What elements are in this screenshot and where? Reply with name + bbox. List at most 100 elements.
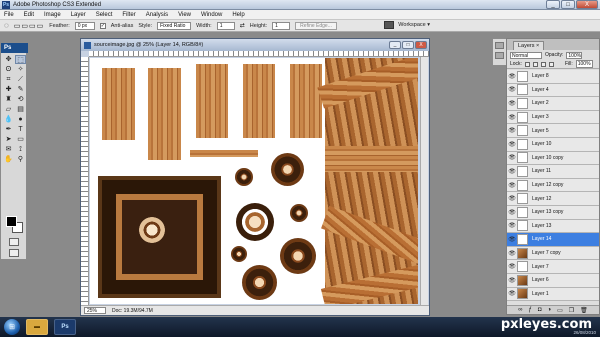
- layer-row[interactable]: 👁 Layer 10: [507, 137, 599, 152]
- pen-tool-icon[interactable]: ✒: [3, 125, 14, 134]
- marquee-options-icon[interactable]: ◌: [4, 21, 9, 30]
- layer-row[interactable]: 👁 Layer 8: [507, 70, 599, 84]
- lock-all-icon[interactable]: [548, 61, 554, 67]
- path-selection-tool-icon[interactable]: ➤: [3, 135, 14, 144]
- zoom-tool-icon[interactable]: ⚲: [15, 155, 26, 164]
- visibility-eye-icon[interactable]: 👁: [507, 236, 517, 243]
- minimize-button[interactable]: _: [546, 0, 560, 9]
- visibility-eye-icon[interactable]: 👁: [507, 100, 517, 107]
- zoom-field[interactable]: 25%: [84, 307, 106, 314]
- style-select[interactable]: Fixed Ratio: [157, 21, 192, 30]
- menu-image[interactable]: Image: [44, 12, 61, 18]
- eraser-tool-icon[interactable]: ▱: [3, 105, 14, 114]
- eyedropper-tool-icon[interactable]: ⟟: [15, 145, 26, 154]
- layer-row[interactable]: 👁 Layer 2: [507, 97, 599, 111]
- new-group-icon[interactable]: ▭: [557, 307, 563, 314]
- feather-input[interactable]: 0 px: [74, 21, 95, 30]
- visibility-eye-icon[interactable]: 👁: [507, 114, 517, 121]
- visibility-eye-icon[interactable]: 👁: [507, 222, 517, 229]
- menu-view[interactable]: View: [178, 12, 191, 18]
- menu-filter[interactable]: Filter: [122, 12, 135, 18]
- menu-layer[interactable]: Layer: [71, 12, 86, 18]
- clone-stamp-tool-icon[interactable]: ♜: [3, 95, 14, 104]
- magic-wand-tool-icon[interactable]: ✧: [15, 65, 26, 74]
- tab-layers[interactable]: Layers ×: [513, 41, 545, 50]
- refine-edge-button[interactable]: Refine Edge...: [295, 21, 337, 30]
- opacity-input[interactable]: 100%: [566, 51, 583, 59]
- fill-input[interactable]: 100%: [575, 60, 593, 68]
- vertical-ruler[interactable]: [81, 57, 89, 305]
- healing-brush-tool-icon[interactable]: ✚: [3, 85, 14, 94]
- antialias-checkbox[interactable]: ✓: [99, 22, 106, 29]
- visibility-eye-icon[interactable]: 👁: [507, 168, 517, 175]
- visibility-eye-icon[interactable]: 👁: [507, 127, 517, 134]
- layer-row[interactable]: 👁 Layer 14: [507, 233, 599, 247]
- lock-transparency-icon[interactable]: [524, 61, 530, 67]
- visibility-eye-icon[interactable]: 👁: [507, 209, 517, 216]
- panel-dock-icon[interactable]: [495, 52, 504, 59]
- menu-analysis[interactable]: Analysis: [146, 12, 168, 18]
- layer-row[interactable]: 👁 Layer 4: [507, 83, 599, 98]
- add-mask-icon[interactable]: ◘: [538, 307, 542, 313]
- type-tool-icon[interactable]: T: [15, 125, 26, 134]
- blend-mode-select[interactable]: Normal: [510, 51, 542, 59]
- slice-tool-icon[interactable]: ⟋: [15, 75, 26, 84]
- document-maximize-button[interactable]: □: [402, 41, 414, 49]
- adjustment-layer-icon[interactable]: ◑: [547, 307, 551, 313]
- image-canvas[interactable]: [90, 58, 418, 304]
- height-input[interactable]: 1: [272, 21, 291, 30]
- layer-row[interactable]: 👁 Layer 11: [507, 165, 599, 179]
- gradient-tool-icon[interactable]: ▤: [15, 105, 26, 114]
- trash-icon[interactable]: 🗑: [580, 307, 588, 314]
- horizontal-ruler[interactable]: [89, 51, 429, 57]
- layer-row[interactable]: 👁 Layer 12: [507, 192, 599, 206]
- lock-pixels-icon[interactable]: [532, 61, 538, 67]
- shape-tool-icon[interactable]: ▭: [15, 135, 26, 144]
- notes-tool-icon[interactable]: ✉: [3, 145, 14, 154]
- layer-row[interactable]: 👁 Layer 7 copy: [507, 246, 599, 261]
- selection-mode-icons[interactable]: ▭▭▭▭: [14, 22, 44, 30]
- menu-help[interactable]: Help: [232, 12, 244, 18]
- menu-file[interactable]: File: [4, 12, 14, 18]
- bridge-icon[interactable]: [384, 21, 395, 29]
- screen-mode-button[interactable]: [9, 249, 19, 257]
- menu-window[interactable]: Window: [201, 12, 222, 18]
- width-input[interactable]: 1: [216, 21, 235, 30]
- visibility-eye-icon[interactable]: 👁: [507, 86, 517, 93]
- layer-style-icon[interactable]: ƒ: [529, 307, 532, 313]
- layer-row[interactable]: 👁 Layer 5: [507, 124, 599, 138]
- layer-row[interactable]: 👁 Layer 12 copy: [507, 178, 599, 193]
- lock-position-icon[interactable]: [540, 61, 546, 67]
- brush-tool-icon[interactable]: ✎: [15, 85, 26, 94]
- document-close-button[interactable]: X: [415, 41, 427, 49]
- explorer-task-icon[interactable]: ▬: [26, 319, 48, 335]
- layer-row[interactable]: 👁 Layer 13: [507, 219, 599, 234]
- link-layers-icon[interactable]: ∞: [518, 307, 522, 313]
- layer-row[interactable]: 👁 Layer 6: [507, 273, 599, 288]
- menu-select[interactable]: Select: [96, 12, 113, 18]
- hand-tool-icon[interactable]: ✋: [3, 155, 14, 164]
- swap-icon[interactable]: ⇄: [240, 22, 245, 29]
- photoshop-task-button[interactable]: Ps: [54, 319, 76, 335]
- visibility-eye-icon[interactable]: 👁: [507, 263, 517, 270]
- history-brush-tool-icon[interactable]: ⟲: [15, 95, 26, 104]
- visibility-eye-icon[interactable]: 👁: [507, 250, 517, 257]
- windows-orb-icon[interactable]: ⊞: [4, 319, 20, 335]
- layer-row[interactable]: 👁 Layer 7: [507, 260, 599, 274]
- document-minimize-button[interactable]: _: [389, 41, 401, 49]
- lasso-tool-icon[interactable]: ʘ: [3, 65, 14, 74]
- visibility-eye-icon[interactable]: 👁: [507, 141, 517, 148]
- visibility-eye-icon[interactable]: 👁: [507, 154, 517, 161]
- new-layer-icon[interactable]: ❐: [569, 307, 574, 314]
- layer-row[interactable]: 👁 Layer 10 copy: [507, 151, 599, 166]
- layer-row[interactable]: 👁 Layer 13 copy: [507, 205, 599, 220]
- doc-size-info[interactable]: Doc: 19.3M/94.7M: [112, 308, 153, 314]
- menu-edit[interactable]: Edit: [24, 12, 34, 18]
- visibility-eye-icon[interactable]: 👁: [507, 182, 517, 189]
- foreground-color-swatch[interactable]: [6, 216, 17, 227]
- blur-tool-icon[interactable]: 💧: [3, 115, 14, 124]
- dodge-tool-icon[interactable]: ●: [15, 115, 26, 124]
- crop-tool-icon[interactable]: ⌗: [3, 75, 14, 84]
- quick-mask-button[interactable]: [9, 238, 19, 246]
- move-tool-icon[interactable]: ✥: [3, 55, 14, 64]
